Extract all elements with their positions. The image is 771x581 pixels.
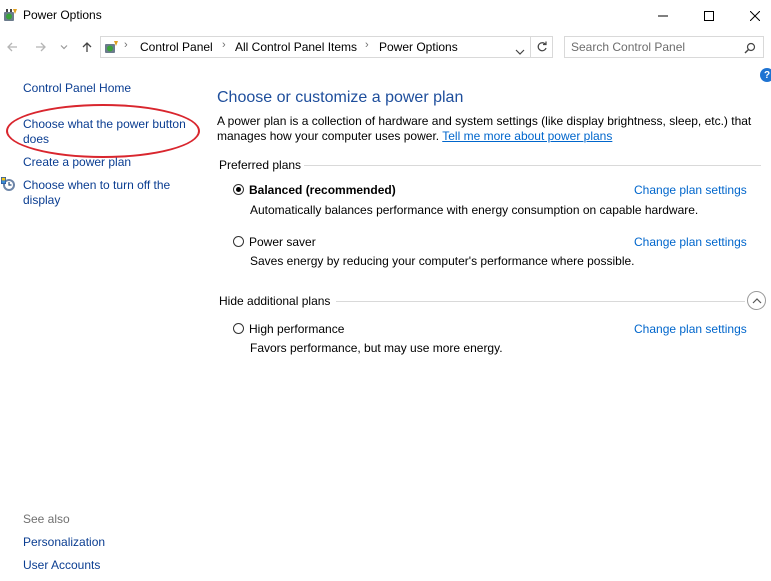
recent-locations-button[interactable] <box>58 39 70 55</box>
up-button[interactable] <box>79 39 95 55</box>
high-performance-radio[interactable] <box>233 323 244 334</box>
refresh-icon <box>537 41 547 52</box>
recent-icon <box>60 45 68 50</box>
preferred-plans-heading: Preferred plans <box>219 158 302 172</box>
back-icon <box>7 42 17 52</box>
up-icon <box>82 42 92 52</box>
control-panel-home-link[interactable]: Control Panel Home <box>23 81 131 96</box>
window-title: Power Options <box>23 8 102 22</box>
close-button[interactable] <box>732 0 771 32</box>
breadcrumb-separator-icon: › <box>124 39 128 51</box>
help-icon[interactable]: ? <box>760 68 771 82</box>
title-bar: Power Options <box>0 0 771 32</box>
search-box[interactable] <box>564 36 764 58</box>
intro-line-2: manages how your computer uses power. Te… <box>217 129 612 144</box>
see-also-heading: See also <box>23 512 70 526</box>
shield-icon <box>1 177 17 193</box>
search-icon <box>744 42 756 54</box>
hide-additional-plans-heading: Hide additional plans <box>219 294 331 308</box>
power-saver-change-settings-link[interactable]: Change plan settings <box>634 235 747 250</box>
turn-off-display-line2: display <box>23 193 61 207</box>
turn-off-display-line1: Choose when to turn off the <box>23 178 171 192</box>
address-dropdown-button[interactable] <box>515 43 525 61</box>
intro-text: manages how your computer uses power. <box>217 129 440 143</box>
high-performance-plan-name[interactable]: High performance <box>249 322 344 337</box>
close-icon <box>750 11 760 21</box>
personalization-link[interactable]: Personalization <box>23 535 105 550</box>
breadcrumb-control-panel[interactable]: Control Panel <box>140 40 213 55</box>
user-accounts-link[interactable]: User Accounts <box>23 558 100 573</box>
power-saver-plan-name[interactable]: Power saver <box>249 235 316 250</box>
balanced-plan-name[interactable]: Balanced (recommended) <box>249 183 396 198</box>
minimize-icon <box>658 15 668 17</box>
search-button[interactable] <box>744 41 756 59</box>
radio-selected-dot <box>236 187 241 192</box>
navigation-bar: › Control Panel › All Control Panel Item… <box>0 34 771 62</box>
breadcrumb-separator-icon: › <box>222 39 226 51</box>
intro-line-1: A power plan is a collection of hardware… <box>217 114 752 128</box>
collapse-button[interactable] <box>747 291 766 310</box>
address-bar[interactable]: › Control Panel › All Control Panel Item… <box>100 36 531 58</box>
breadcrumb-all-items[interactable]: All Control Panel Items <box>235 40 357 55</box>
dropdown-icon <box>515 49 525 55</box>
section-divider <box>336 301 745 302</box>
power-options-icon <box>3 7 19 23</box>
search-input[interactable] <box>571 40 739 54</box>
maximize-button[interactable] <box>686 0 732 32</box>
balanced-radio[interactable] <box>233 184 244 195</box>
collapse-icon <box>752 297 761 303</box>
forward-icon <box>36 42 46 52</box>
annotation-ellipse <box>6 104 200 158</box>
back-button[interactable] <box>4 39 20 55</box>
page-title: Choose or customize a power plan <box>217 89 464 106</box>
high-performance-change-settings-link[interactable]: Change plan settings <box>634 322 747 337</box>
power-saver-description: Saves energy by reducing your computer's… <box>250 254 635 268</box>
breadcrumb-separator-icon: › <box>365 39 369 51</box>
forward-button[interactable] <box>33 39 49 55</box>
power-saver-radio[interactable] <box>233 236 244 247</box>
maximize-icon <box>704 11 714 21</box>
refresh-button[interactable] <box>531 36 553 58</box>
control-panel-icon <box>104 39 120 55</box>
minimize-button[interactable] <box>640 0 686 32</box>
balanced-description: Automatically balances performance with … <box>250 203 699 217</box>
high-performance-description: Favors performance, but may use more ene… <box>250 341 503 355</box>
balanced-change-settings-link[interactable]: Change plan settings <box>634 183 747 198</box>
section-divider <box>304 165 761 166</box>
tell-me-more-link[interactable]: Tell me more about power plans <box>442 129 612 143</box>
turn-off-display-link[interactable]: Choose when to turn off the display <box>23 178 170 208</box>
breadcrumb-power-options[interactable]: Power Options <box>379 40 458 55</box>
